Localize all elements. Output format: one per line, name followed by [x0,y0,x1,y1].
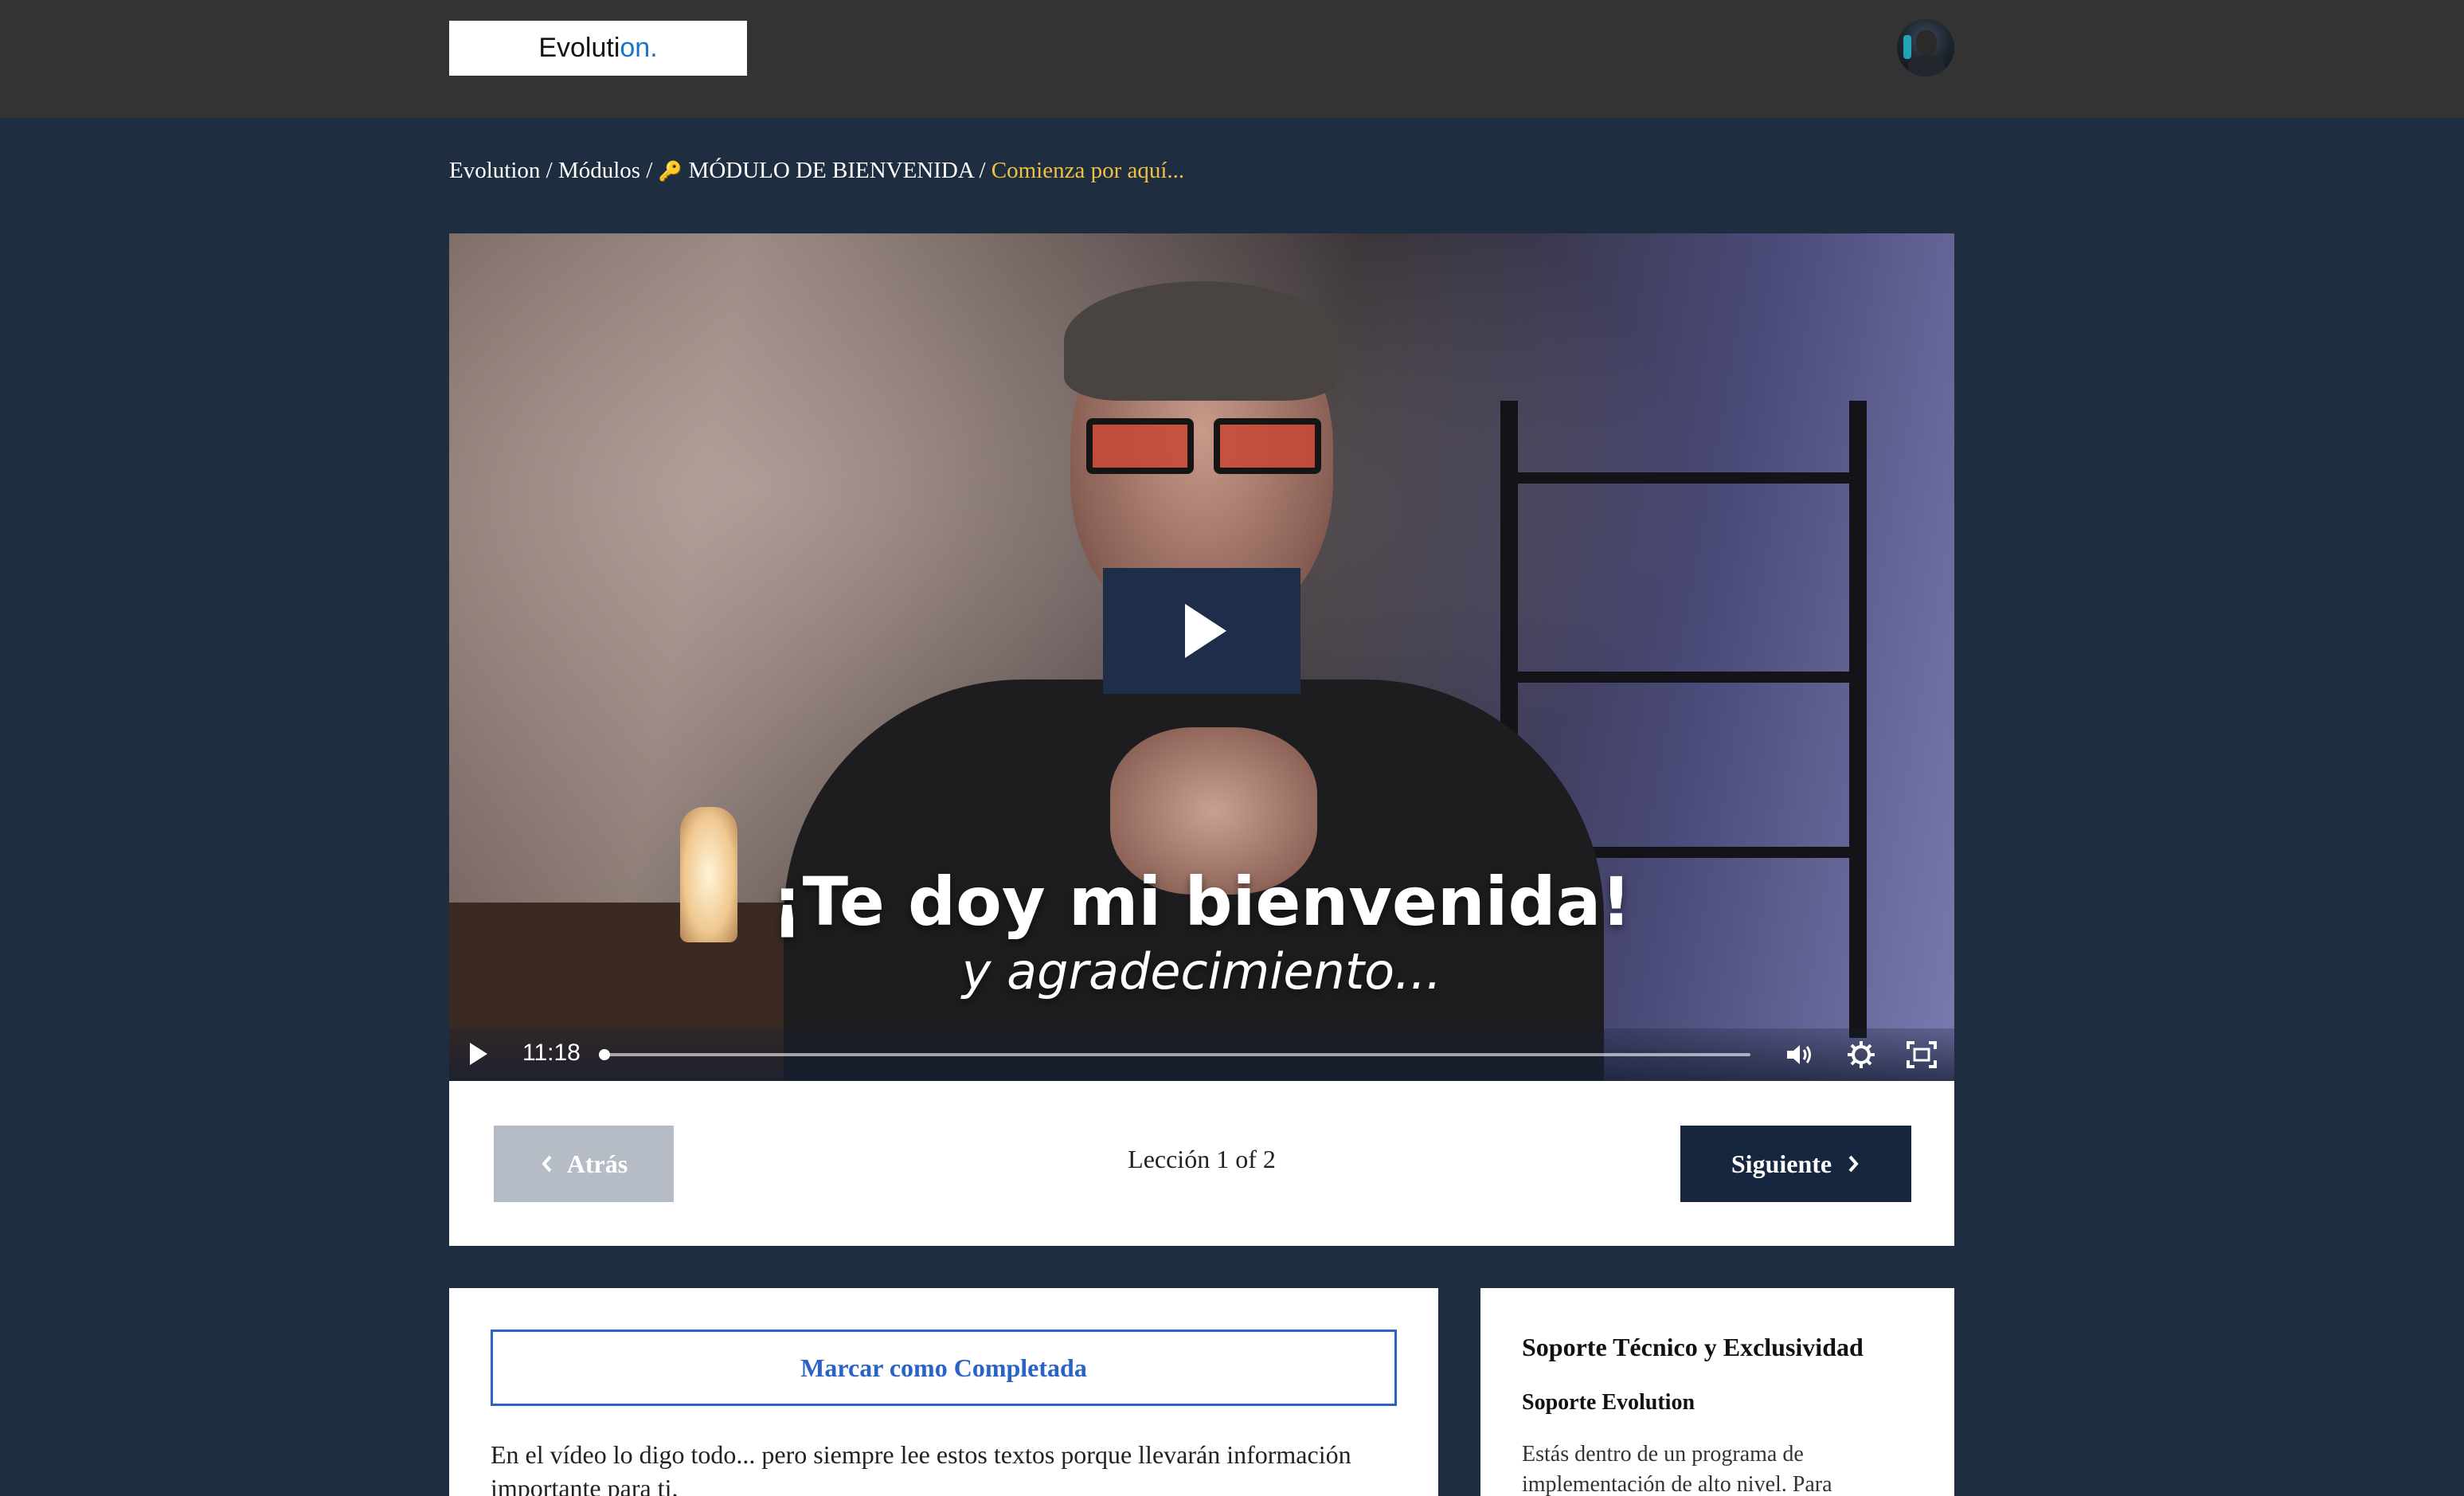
video-caption-title: ¡Te doy mi bienvenida! [772,863,1632,941]
play-icon [1185,604,1226,658]
support-text: Estás dentro de un programa de implement… [1522,1442,1832,1496]
mark-complete-button[interactable]: Marcar como Completada [491,1330,1397,1406]
video-time: 11:18 [522,1040,581,1066]
avatar-glow [1903,35,1911,59]
progress-bar[interactable] [604,1053,1750,1056]
next-button-label: Siguiente [1731,1149,1832,1178]
breadcrumb-item-modulos[interactable]: Módulos [558,158,640,183]
video-person-glasses [1078,418,1333,482]
breadcrumb-separator: / [979,158,991,183]
shelf-row [1518,472,1849,484]
support-subtitle: Soporte Evolution [1522,1390,1695,1415]
volume-icon[interactable] [1782,1038,1816,1071]
key-icon: 🔑 [658,162,682,182]
settings-gear-icon[interactable] [1844,1038,1878,1071]
breadcrumb-separator: / [646,158,659,183]
glasses-lens [1086,418,1194,474]
video-player[interactable]: ¡Te doy mi bienvenida! y agradecimiento.… [449,233,1954,1081]
breadcrumb-separator: / [546,158,558,183]
brand-logo[interactable]: Evoluti on. [449,21,747,76]
play-pause-button[interactable] [470,1043,487,1065]
chevron-right-icon [1848,1155,1859,1173]
lesson-navigation: Atrás Lección 1 of 2 Siguiente [449,1081,1954,1246]
breadcrumb-current: Comienza por aquí... [991,158,1185,183]
big-play-button[interactable] [1103,568,1300,694]
lesson-description: En el vídeo lo digo todo... pero siempre… [491,1440,1351,1496]
breadcrumb-item-modulo[interactable]: MÓDULO DE BIENVENIDA [689,158,974,183]
lesson-content-card: Marcar como Completada En el vídeo lo di… [449,1288,1438,1496]
shelf-row [1518,672,1849,683]
logo-text-accent: on. [620,33,658,63]
user-avatar[interactable] [1897,19,1954,76]
video-caption-subtitle: y agradecimiento... [961,942,1442,1001]
avatar-body [1908,56,1945,76]
video-person-hair [1064,281,1340,401]
next-button[interactable]: Siguiente [1680,1126,1911,1202]
glasses-lens [1214,418,1321,474]
top-bar: Evoluti on. [0,0,2464,118]
logo-text: Evoluti [538,33,620,63]
video-controls: 11:18 [449,1028,1954,1081]
avatar-face [1916,30,1937,56]
fullscreen-icon[interactable] [1905,1038,1938,1071]
progress-knob[interactable] [599,1049,610,1060]
support-card: Soporte Técnico y Exclusividad Soporte E… [1480,1288,1954,1496]
breadcrumb-item-evolution[interactable]: Evolution [449,158,540,183]
breadcrumb: Evolution / Módulos / 🔑 MÓDULO DE BIENVEN… [449,158,1184,184]
support-title: Soporte Técnico y Exclusividad [1522,1333,1864,1361]
